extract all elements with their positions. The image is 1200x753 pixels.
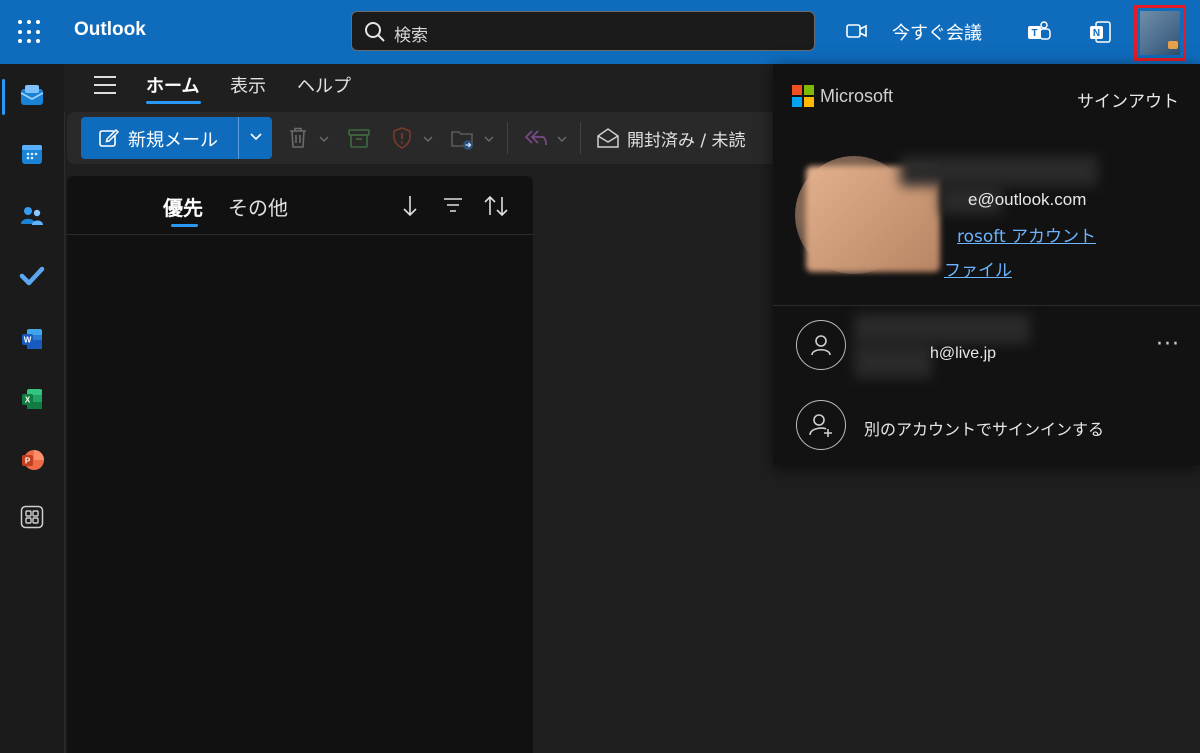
sort-icon[interactable]	[483, 194, 509, 218]
secondary-account-avatar[interactable]	[796, 320, 846, 370]
redacted-secondary-email	[854, 344, 932, 378]
search-input[interactable]: 検索	[351, 11, 815, 51]
meet-now-button[interactable]: 今すぐ会議	[892, 19, 982, 45]
sign-out-button[interactable]: サインアウト	[1077, 87, 1179, 112]
more-apps-icon[interactable]	[16, 501, 48, 533]
redacted-secondary-name	[854, 314, 1030, 344]
svg-text:T: T	[1031, 28, 1037, 39]
split-divider	[238, 117, 239, 159]
person-icon	[811, 335, 831, 356]
arrow-down-icon[interactable]	[400, 194, 420, 218]
chevron-down-icon[interactable]	[247, 128, 265, 146]
toolbar-divider	[507, 122, 508, 154]
chevron-down-icon[interactable]	[483, 133, 495, 145]
person-add-icon	[809, 414, 832, 437]
tab-home[interactable]: ホーム	[146, 72, 199, 98]
word-icon[interactable]: W	[16, 323, 48, 355]
chevron-down-icon[interactable]	[422, 133, 434, 145]
new-mail-label: 新規メール	[128, 130, 218, 151]
excel-icon[interactable]: X	[16, 383, 48, 415]
app-launcher-icon[interactable]	[18, 20, 42, 44]
account-avatar-button[interactable]	[1134, 5, 1186, 61]
tab-active-underline	[146, 101, 201, 104]
search-icon	[365, 22, 385, 42]
focused-underline	[171, 224, 198, 227]
chevron-down-icon[interactable]	[318, 133, 330, 145]
search-placeholder: 検索	[394, 26, 428, 46]
todo-icon[interactable]	[16, 260, 48, 292]
compose-icon	[99, 128, 120, 147]
message-list-pane	[67, 176, 533, 753]
rail-active-indicator	[2, 79, 5, 115]
avatar	[1140, 11, 1180, 55]
mark-read-unread-button[interactable]: 開封済み / 未読	[627, 126, 746, 151]
redacted-name	[900, 156, 1098, 186]
filter-icon[interactable]	[442, 194, 464, 216]
people-icon[interactable]	[16, 200, 48, 232]
svg-text:P: P	[25, 457, 31, 466]
svg-text:X: X	[25, 396, 31, 405]
hamburger-menu-icon[interactable]	[94, 76, 116, 94]
microsoft-brand-text: Microsoft	[820, 86, 894, 106]
calendar-icon[interactable]	[16, 138, 48, 170]
delete-icon[interactable]	[287, 126, 309, 150]
svg-text:W: W	[24, 336, 32, 345]
tab-focused[interactable]: 優先	[163, 192, 203, 221]
tab-other[interactable]: その他	[228, 192, 288, 221]
more-options-button[interactable]: ···	[1156, 332, 1180, 357]
microsoft-logo-icon	[792, 85, 814, 107]
onenote-icon[interactable]: N	[1088, 20, 1112, 44]
teams-icon[interactable]: T	[1026, 20, 1052, 44]
microsoft-account-link[interactable]: rosoft アカウント	[957, 222, 1096, 247]
secondary-account-email[interactable]: h@live.jp	[930, 345, 996, 363]
report-shield-icon[interactable]	[390, 126, 414, 150]
powerpoint-icon[interactable]: P	[16, 444, 48, 476]
chevron-down-icon[interactable]	[556, 133, 568, 145]
archive-icon[interactable]	[347, 126, 371, 150]
move-to-folder-icon[interactable]	[450, 126, 476, 152]
tab-help[interactable]: ヘルプ	[297, 72, 351, 98]
add-account-avatar[interactable]	[796, 400, 846, 450]
sign-in-another-account-button[interactable]: 別のアカウントでサインインする	[864, 416, 1104, 440]
tab-view[interactable]: 表示	[230, 72, 266, 98]
toolbar-divider	[580, 122, 581, 154]
app-title[interactable]: Outlook	[74, 19, 146, 41]
flyout-divider	[773, 305, 1200, 306]
my-profile-link[interactable]: ファイル	[944, 256, 1012, 281]
mail-icon[interactable]	[16, 79, 48, 111]
reply-all-icon[interactable]	[522, 126, 548, 150]
svg-text:N: N	[1093, 28, 1100, 39]
primary-account-email: e@outlook.com	[968, 190, 1087, 209]
envelope-open-icon[interactable]	[596, 126, 620, 150]
video-camera-icon[interactable]	[846, 22, 868, 40]
